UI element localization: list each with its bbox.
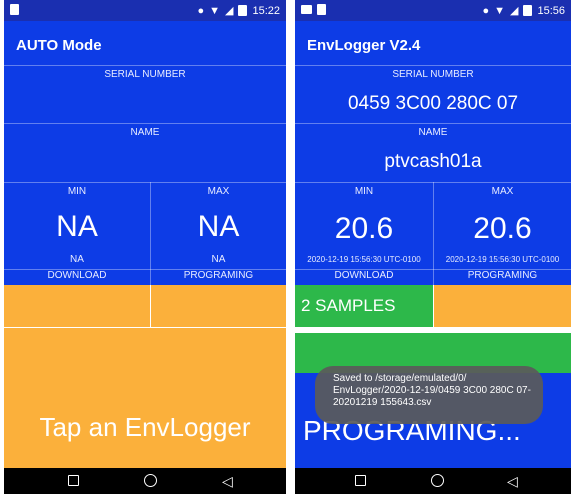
wifi-icon: ▼	[494, 4, 505, 17]
sim-icon	[317, 4, 326, 15]
image-icon	[301, 5, 312, 14]
samples-count: 2 SAMPLES	[301, 296, 396, 315]
download-label: DOWNLOAD	[47, 270, 107, 281]
max-time: NA	[211, 254, 226, 265]
battery-icon	[238, 5, 248, 16]
programing-label: PROGRAMING	[467, 270, 538, 281]
status-time: 15:56	[537, 4, 565, 17]
max-value: NA	[197, 210, 240, 243]
app-title: EnvLogger V2.4	[295, 21, 571, 65]
serial-number-label: SERIAL NUMBER	[392, 69, 474, 80]
status-time: 15:22	[252, 4, 280, 17]
save-toast: Saved to /storage/emulated/0/ EnvLogger/…	[315, 366, 543, 424]
download-label: DOWNLOAD	[334, 270, 394, 281]
nav-back-icon[interactable]: ◁	[222, 473, 233, 489]
download-status-cell	[4, 285, 150, 327]
min-value: NA	[56, 210, 98, 243]
navigation-bar: ◁	[295, 468, 571, 494]
min-label: MIN	[354, 186, 374, 197]
name-label: NAME	[418, 127, 448, 138]
download-status-cell: 2 SAMPLES	[295, 285, 433, 327]
status-bar: ● ▼ ◢ 15:56	[295, 0, 571, 21]
max-label: MAX	[207, 186, 230, 197]
message-area: Tap an EnvLogger	[4, 328, 286, 468]
serial-number-value: 0459 3C00 280C 07	[347, 93, 519, 114]
programing-status-cell	[151, 285, 286, 327]
serial-number-label: SERIAL NUMBER	[104, 69, 186, 80]
phone-screen-auto-mode: ● ▼ ◢ 15:22 AUTO Mode SERIAL NUMBER NAME…	[4, 0, 286, 494]
nav-recents-icon[interactable]	[68, 473, 79, 486]
location-icon: ●	[482, 4, 490, 17]
min-time: NA	[70, 254, 84, 265]
phone-screen-envlogger: ● ▼ ◢ 15:56 EnvLogger V2.4 SERIAL NUMBER…	[295, 0, 571, 494]
min-time: 2020-12-19 15:56:30 UTC-0100	[307, 255, 421, 264]
signal-icon: ◢	[510, 5, 519, 17]
sim-icon	[10, 4, 19, 15]
max-label: MAX	[491, 186, 514, 197]
min-label: MIN	[67, 186, 87, 197]
navigation-bar: ◁	[4, 468, 286, 494]
nav-back-icon[interactable]: ◁	[507, 473, 518, 489]
programing-status-cell	[434, 285, 571, 327]
nav-home-icon[interactable]	[431, 473, 444, 487]
status-bar: ● ▼ ◢ 15:22	[4, 0, 286, 21]
max-value: 20.6	[473, 212, 532, 245]
name-label: NAME	[130, 127, 160, 138]
app-title: AUTO Mode	[4, 21, 286, 65]
status-message: Tap an EnvLogger	[39, 412, 251, 442]
min-value: 20.6	[334, 212, 394, 245]
logger-info-panel: SERIAL NUMBER NAME MIN NA NA DOWNLOAD MA…	[4, 65, 286, 285]
programing-label: PROGRAMING	[183, 270, 254, 281]
location-icon: ●	[197, 4, 205, 17]
signal-icon: ◢	[225, 5, 234, 17]
logger-info-panel: SERIAL NUMBER 0459 3C00 280C 07 NAME ptv…	[295, 65, 571, 285]
battery-icon	[523, 5, 533, 16]
nav-recents-icon[interactable]	[355, 473, 366, 486]
wifi-icon: ▼	[209, 4, 220, 17]
nav-home-icon[interactable]	[144, 473, 157, 487]
name-value: ptvcash01a	[384, 151, 482, 172]
max-time: 2020-12-19 15:56:30 UTC-0100	[445, 255, 560, 264]
